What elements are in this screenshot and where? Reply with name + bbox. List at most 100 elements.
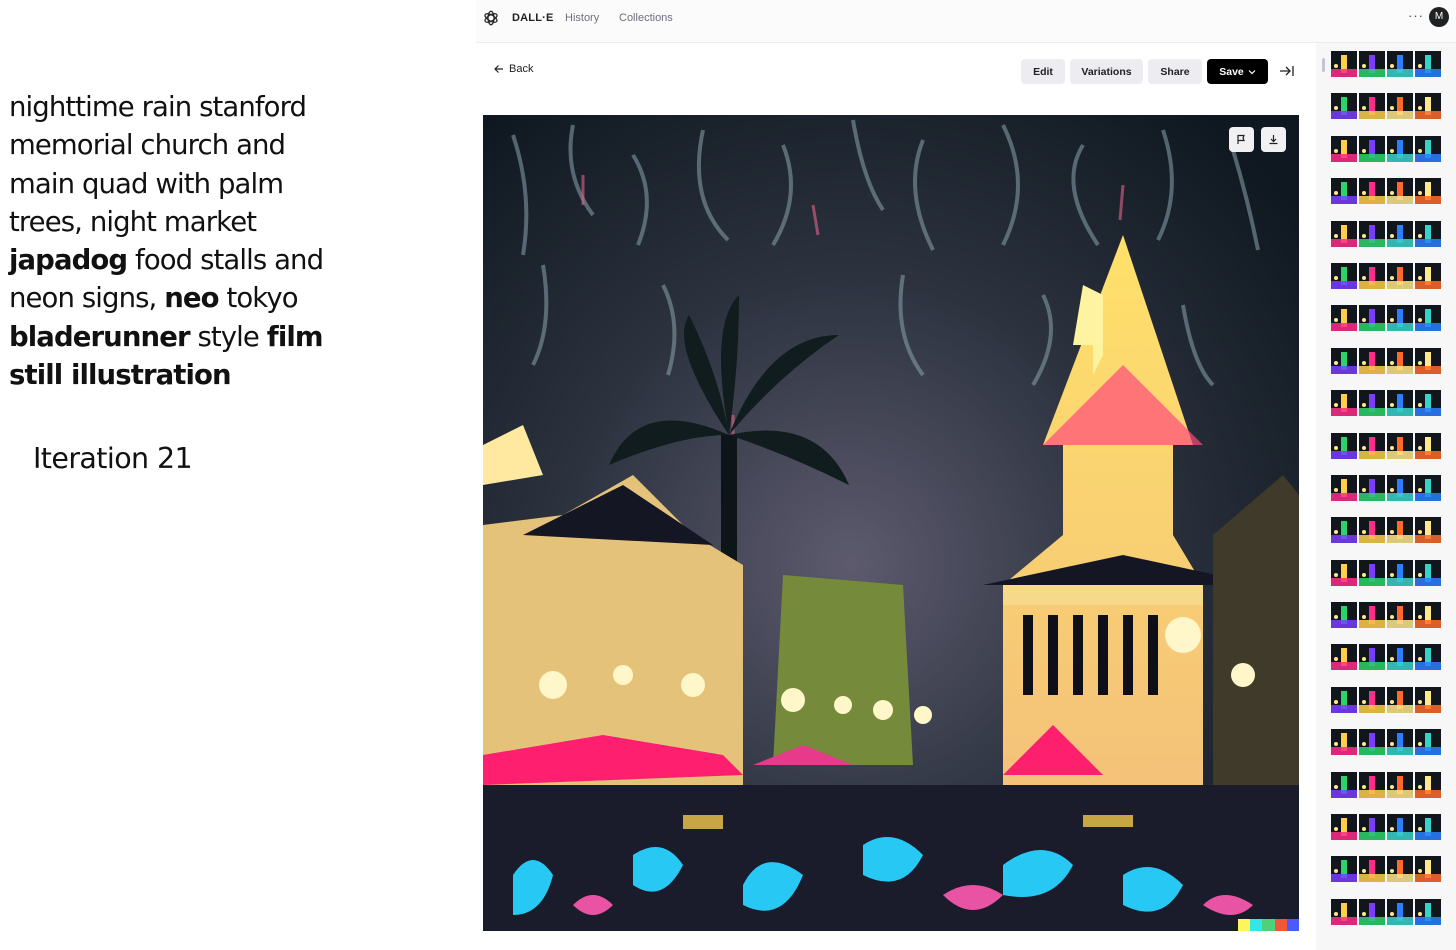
history-thumbnail[interactable] <box>1331 898 1357 925</box>
history-thumbnail[interactable] <box>1359 559 1385 586</box>
collapse-sidebar-icon[interactable] <box>1279 64 1295 78</box>
history-thumbnail[interactable] <box>1415 602 1441 629</box>
history-thumbnail[interactable] <box>1331 729 1357 756</box>
variations-button[interactable]: Variations <box>1070 59 1143 84</box>
nav-collections[interactable]: Collections <box>619 12 673 24</box>
history-thumbnail[interactable] <box>1331 347 1357 374</box>
history-thumbnail[interactable] <box>1331 644 1357 671</box>
history-thumbnail[interactable] <box>1359 474 1385 501</box>
history-thumbnail[interactable] <box>1359 686 1385 713</box>
history-thumbnail[interactable] <box>1359 771 1385 798</box>
history-thumbnail[interactable] <box>1331 135 1357 162</box>
history-thumbnail[interactable] <box>1387 262 1413 289</box>
history-thumbnail[interactable] <box>1387 856 1413 883</box>
edit-button[interactable]: Edit <box>1021 59 1065 84</box>
user-avatar[interactable]: M <box>1429 7 1449 27</box>
history-thumbnail[interactable] <box>1387 178 1413 205</box>
history-thumbnail[interactable] <box>1359 644 1385 671</box>
history-thumbnail[interactable] <box>1359 262 1385 289</box>
history-thumbnail[interactable] <box>1331 856 1357 883</box>
history-thumbnail[interactable] <box>1331 93 1357 120</box>
history-thumbnail[interactable] <box>1331 814 1357 841</box>
history-thumbnail[interactable] <box>1331 305 1357 332</box>
history-thumbnail[interactable] <box>1387 93 1413 120</box>
history-thumbnail[interactable] <box>1387 474 1413 501</box>
history-thumbnail[interactable] <box>1415 686 1441 713</box>
openai-logo-icon[interactable] <box>482 9 500 27</box>
history-thumbnail[interactable] <box>1415 178 1441 205</box>
history-thumbnail[interactable] <box>1331 771 1357 798</box>
history-thumbnail[interactable] <box>1415 771 1441 798</box>
history-thumbnail[interactable] <box>1359 432 1385 459</box>
history-thumbnail[interactable] <box>1387 432 1413 459</box>
history-thumbnail[interactable] <box>1359 135 1385 162</box>
history-thumbnail[interactable] <box>1359 51 1385 77</box>
history-thumbnail[interactable] <box>1359 898 1385 925</box>
back-button[interactable]: Back <box>494 63 533 75</box>
history-thumbnail[interactable] <box>1415 644 1441 671</box>
history-thumbnail[interactable] <box>1387 305 1413 332</box>
history-thumbnail[interactable] <box>1359 856 1385 883</box>
history-thumbnail[interactable] <box>1387 390 1413 417</box>
generated-image[interactable] <box>483 115 1299 931</box>
history-thumbnail[interactable] <box>1387 135 1413 162</box>
history-thumbnail[interactable] <box>1387 644 1413 671</box>
brand-link[interactable]: DALL·E <box>512 12 554 24</box>
history-thumbnail[interactable] <box>1415 220 1441 247</box>
history-thumbnail[interactable] <box>1331 390 1357 417</box>
history-thumbnail[interactable] <box>1387 51 1413 77</box>
history-thumbnail[interactable] <box>1331 178 1357 205</box>
history-thumbnail[interactable] <box>1415 347 1441 374</box>
history-thumbnail[interactable] <box>1331 686 1357 713</box>
history-thumbnail[interactable] <box>1387 898 1413 925</box>
history-thumbnail[interactable] <box>1359 93 1385 120</box>
history-thumbnail[interactable] <box>1387 602 1413 629</box>
history-thumbnail[interactable] <box>1415 517 1441 544</box>
history-thumbnail[interactable] <box>1387 686 1413 713</box>
history-thumbnail[interactable] <box>1359 517 1385 544</box>
history-thumbnail[interactable] <box>1415 856 1441 883</box>
save-button[interactable]: Save <box>1207 59 1268 84</box>
report-flag-button[interactable] <box>1229 127 1254 152</box>
history-thumbnail[interactable] <box>1359 220 1385 247</box>
history-thumbnail[interactable] <box>1331 602 1357 629</box>
history-thumbnail[interactable] <box>1359 729 1385 756</box>
history-thumbnail[interactable] <box>1359 305 1385 332</box>
history-thumbnail[interactable] <box>1331 517 1357 544</box>
history-thumbnail[interactable] <box>1359 602 1385 629</box>
share-button[interactable]: Share <box>1148 59 1202 84</box>
history-thumbnail[interactable] <box>1387 729 1413 756</box>
history-thumbnail[interactable] <box>1415 432 1441 459</box>
history-thumbnail[interactable] <box>1415 135 1441 162</box>
history-thumbnail[interactable] <box>1415 814 1441 841</box>
sidebar-scrollbar[interactable] <box>1322 58 1325 72</box>
history-thumbnail[interactable] <box>1415 559 1441 586</box>
history-thumbnail[interactable] <box>1387 814 1413 841</box>
history-thumbnail[interactable] <box>1331 220 1357 247</box>
more-menu-icon[interactable]: ··· <box>1408 8 1424 23</box>
history-thumbnail[interactable] <box>1415 898 1441 925</box>
history-thumbnail[interactable] <box>1415 93 1441 120</box>
history-thumbnail[interactable] <box>1359 178 1385 205</box>
history-thumbnail[interactable] <box>1387 220 1413 247</box>
history-thumbnail[interactable] <box>1331 559 1357 586</box>
history-thumbnail[interactable] <box>1387 347 1413 374</box>
nav-history[interactable]: History <box>565 12 599 24</box>
history-thumbnail[interactable] <box>1415 729 1441 756</box>
history-thumbnail[interactable] <box>1331 262 1357 289</box>
history-thumbnail[interactable] <box>1331 432 1357 459</box>
history-thumbnail[interactable] <box>1415 474 1441 501</box>
history-thumbnail[interactable] <box>1415 305 1441 332</box>
history-thumbnail[interactable] <box>1359 390 1385 417</box>
history-thumbnail[interactable] <box>1415 51 1441 77</box>
history-thumbnail[interactable] <box>1359 347 1385 374</box>
history-thumbnail[interactable] <box>1359 814 1385 841</box>
download-button[interactable] <box>1261 127 1286 152</box>
history-thumbnail[interactable] <box>1331 51 1357 77</box>
history-thumbnail[interactable] <box>1387 517 1413 544</box>
history-thumbnail[interactable] <box>1415 390 1441 417</box>
history-thumbnail[interactable] <box>1387 771 1413 798</box>
history-thumbnail[interactable] <box>1331 474 1357 501</box>
history-thumbnail[interactable] <box>1415 262 1441 289</box>
history-thumbnail[interactable] <box>1387 559 1413 586</box>
